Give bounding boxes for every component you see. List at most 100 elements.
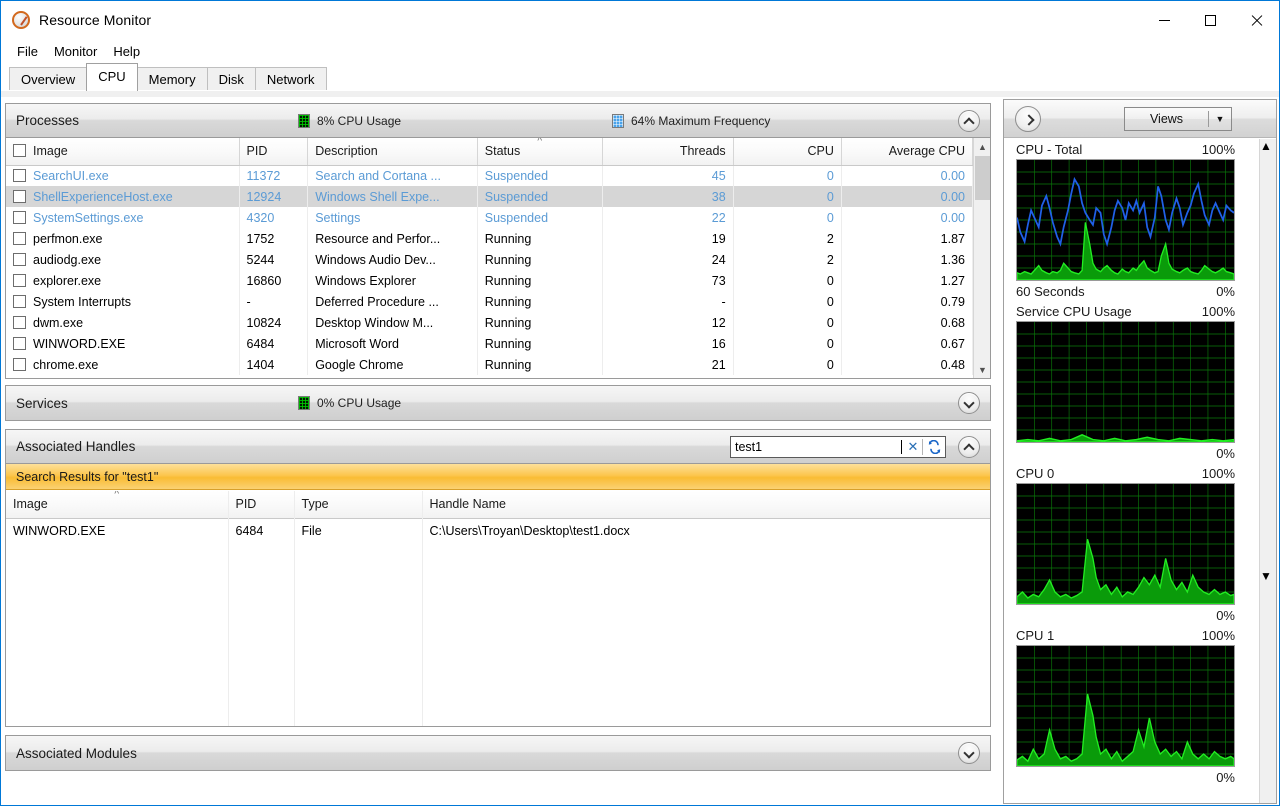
column-header-cpu[interactable]: CPU [733, 138, 842, 166]
menu-item-help[interactable]: Help [105, 41, 148, 62]
cell-image[interactable]: WINWORD.EXE [6, 333, 240, 354]
tab-cpu[interactable]: CPU [86, 63, 138, 91]
graph-title: Service CPU Usage [1016, 304, 1132, 319]
associated-modules-header[interactable]: Associated Modules [6, 736, 990, 770]
cell-average-cpu: 0.00 [841, 165, 973, 186]
expand-graphs-button[interactable] [1015, 105, 1041, 132]
row-checkbox[interactable] [13, 273, 26, 287]
cell-image[interactable]: SearchUI.exe [6, 165, 240, 186]
menu-item-file[interactable]: File [9, 41, 46, 62]
tab-overview[interactable]: Overview [9, 67, 88, 91]
column-header-status[interactable]: ^ Status [477, 138, 603, 166]
processes-panel-header[interactable]: Processes 8% CPU Usage 64% Maximum Frequ… [6, 104, 990, 138]
row-checkbox[interactable] [13, 210, 26, 224]
maximize-button[interactable] [1187, 1, 1233, 39]
cell-image[interactable]: System Interrupts [6, 291, 240, 312]
column-header-pid[interactable]: PID [239, 138, 309, 166]
cell-image[interactable]: audiodg.exe [6, 249, 240, 270]
close-button[interactable] [1233, 1, 1279, 39]
graphs-vertical-scrollbar[interactable]: ▲ ▼ [1259, 139, 1276, 803]
column-rule [228, 491, 229, 726]
table-row[interactable]: SystemSettings.exe 4320 Settings Suspend… [6, 207, 973, 228]
processes-collapse-button[interactable] [958, 109, 980, 132]
scroll-up-arrow-icon[interactable]: ▲ [1260, 139, 1272, 153]
associated-modules-expand-button[interactable] [958, 742, 980, 764]
row-checkbox[interactable] [13, 357, 26, 371]
cell-type: File [294, 518, 423, 544]
table-row[interactable]: System Interrupts - Deferred Procedure .… [6, 291, 973, 312]
cell-description: Windows Shell Expe... [307, 186, 478, 207]
table-row[interactable]: WINWORD.EXE 6484 Microsoft Word Running … [6, 333, 973, 354]
cell-status: Suspended [477, 165, 603, 186]
cpu-usage-mini-graph-icon [298, 113, 310, 128]
service-cpu-area [1017, 434, 1234, 442]
tab-network[interactable]: Network [254, 67, 327, 91]
cell-image[interactable]: SystemSettings.exe [6, 207, 240, 228]
clear-search-icon[interactable]: ✕ [904, 437, 922, 457]
table-row[interactable]: audiodg.exe 5244 Windows Audio Dev... Ru… [6, 249, 973, 270]
search-input[interactable] [731, 437, 901, 456]
table-row[interactable]: ShellExperienceHost.exe 12924 Windows Sh… [6, 186, 973, 207]
graph-title: CPU 1 [1016, 628, 1055, 643]
scroll-down-arrow-icon[interactable]: ▼ [974, 361, 990, 378]
cell-image[interactable]: dwm.exe [6, 312, 240, 333]
column-header-image[interactable]: ^ Image [6, 491, 229, 519]
column-header-image[interactable]: Image [6, 138, 240, 166]
cell-image[interactable]: ShellExperienceHost.exe [6, 186, 240, 207]
title-bar: Resource Monitor [1, 1, 1279, 39]
cell-image[interactable]: chrome.exe [6, 354, 240, 375]
cell-image[interactable]: explorer.exe [6, 270, 240, 291]
tab-memory[interactable]: Memory [136, 67, 208, 91]
scrollbar-thumb[interactable] [1260, 139, 1276, 569]
cell-cpu: 0 [733, 354, 842, 375]
cell-cpu: 0 [733, 186, 842, 207]
cell-description: Resource and Perfor... [307, 228, 478, 249]
associated-modules-title: Associated Modules [16, 745, 137, 761]
table-row[interactable]: chrome.exe 1404 Google Chrome Running 21… [6, 354, 973, 375]
row-checkbox[interactable] [13, 294, 26, 308]
select-all-checkbox[interactable] [13, 144, 26, 158]
scroll-up-arrow-icon[interactable]: ▲ [974, 138, 990, 155]
row-checkbox[interactable] [13, 336, 26, 350]
table-row[interactable]: SearchUI.exe 11372 Search and Cortana ..… [6, 165, 973, 186]
cell-threads: 22 [602, 207, 734, 228]
column-header-threads[interactable]: Threads [602, 138, 734, 166]
cell-average-cpu: 0.67 [841, 333, 973, 354]
table-row[interactable]: perfmon.exe 1752 Resource and Perfor... … [6, 228, 973, 249]
column-header-type[interactable]: Type [294, 491, 423, 519]
associated-handles-collapse-button[interactable] [958, 435, 980, 458]
cell-image[interactable]: perfmon.exe [6, 228, 240, 249]
row-checkbox[interactable] [13, 189, 26, 203]
row-checkbox[interactable] [13, 315, 26, 329]
column-header-handle-name[interactable]: Handle Name [422, 491, 990, 519]
tab-disk[interactable]: Disk [206, 67, 256, 91]
table-row[interactable]: explorer.exe 16860 Windows Explorer Runn… [6, 270, 973, 291]
cell-status: Running [477, 249, 603, 270]
table-row[interactable]: WINWORD.EXE 6484 File C:\Users\Troyan\De… [6, 518, 990, 544]
scrollbar-thumb[interactable] [975, 156, 990, 200]
services-panel-header[interactable]: Services 0% CPU Usage [6, 386, 990, 420]
row-checkbox[interactable] [13, 252, 26, 266]
column-header-description[interactable]: Description [307, 138, 478, 166]
views-dropdown-button[interactable]: Views ▼ [1124, 107, 1232, 131]
minimize-button[interactable] [1141, 1, 1187, 39]
refresh-icon[interactable] [923, 437, 945, 457]
handles-search-box[interactable]: ✕ [730, 435, 946, 458]
chevron-up-icon [965, 117, 973, 125]
processes-panel: Processes 8% CPU Usage 64% Maximum Frequ… [5, 103, 991, 379]
handles-table-body: WINWORD.EXE 6484 File C:\Users\Troyan\De… [6, 518, 990, 544]
column-header-pid[interactable]: PID [228, 491, 295, 519]
associated-handles-header[interactable]: Associated Handles ✕ [6, 430, 990, 464]
row-checkbox[interactable] [13, 231, 26, 245]
cell-pid: 10824 [239, 312, 309, 333]
scroll-down-arrow-icon[interactable]: ▼ [1260, 569, 1276, 583]
cell-status: Running [477, 270, 603, 291]
menu-item-monitor[interactable]: Monitor [46, 41, 105, 62]
services-expand-button[interactable] [958, 392, 980, 414]
processes-vertical-scrollbar[interactable]: ▲ ▼ [973, 138, 990, 378]
cell-description: Search and Cortana ... [307, 165, 478, 186]
window-title: Resource Monitor [39, 12, 152, 28]
row-checkbox[interactable] [13, 168, 26, 182]
table-row[interactable]: dwm.exe 10824 Desktop Window M... Runnin… [6, 312, 973, 333]
column-header-average-cpu[interactable]: Average CPU [841, 138, 973, 166]
